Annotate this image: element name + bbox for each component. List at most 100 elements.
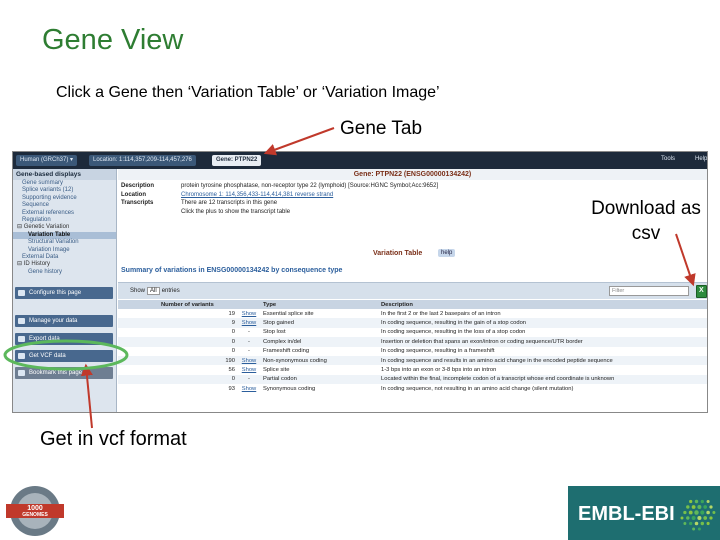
variant-count: 0 [158, 337, 238, 347]
gene-summary: Description protein tyrosine phosphatase,… [121, 182, 581, 217]
sidebar-item-supporting-evidence[interactable]: Supporting evidence [13, 195, 116, 202]
variant-type: Complex in/del [260, 337, 378, 347]
variant-count: 0 [231, 329, 235, 336]
variant-count: 9 [158, 318, 238, 328]
ebi-dot [700, 510, 705, 515]
help-button[interactable]: help [438, 249, 456, 257]
variation-summary-heading: Summary of variations in ENSG00000134242… [121, 267, 343, 274]
ebi-dot [706, 499, 710, 504]
embl-ebi-logo: EMBL-EBI [568, 486, 720, 540]
filter-input[interactable]: Filter [609, 286, 689, 296]
tools-link[interactable]: Tools [661, 156, 675, 162]
sidebar-group-id-history[interactable]: ⊟ ID History [13, 261, 116, 268]
show-link[interactable]: Show [238, 318, 260, 328]
sidebar-item-splice-variants[interactable]: Splice variants (12) [13, 187, 116, 194]
logo-1000: 1000 [27, 505, 43, 512]
variant-description: 1-3 bps into an exon or 3-8 bps into an … [381, 367, 497, 374]
sidebar-item-variation-image[interactable]: Variation Image [13, 247, 116, 254]
variant-description: In coding sequence, resulting in a frame… [381, 348, 495, 355]
sidebar-item-external-data[interactable]: External Data [13, 254, 116, 261]
sidebar-item-gene-history[interactable]: Gene history [13, 269, 116, 276]
sidebar-item-external-references[interactable]: External references [13, 210, 116, 217]
variant-description: In coding sequence, resulting in the los… [381, 329, 526, 336]
bookmark-page-label: Bookmark this page [29, 370, 83, 376]
location-label: Location [121, 191, 146, 198]
entries-control: Show All entries [130, 287, 180, 295]
vcf-icon [18, 353, 25, 359]
table-row: 19 Show Essential splice site In the first … [118, 309, 707, 318]
help-link[interactable]: Help [695, 156, 707, 162]
variant-description: Insertion or deletion that spans an exon… [378, 337, 707, 347]
sidebar-group-genetic-variation[interactable]: ⊟ Genetic Variation [13, 224, 116, 231]
variant-count: 19 [228, 310, 235, 317]
configure-page-label: Configure this page [29, 290, 82, 296]
ebi-dot [691, 505, 696, 509]
manage-data-button[interactable]: Manage your data [15, 315, 113, 327]
transcripts-label: Transcripts [121, 200, 154, 207]
ebi-dot [697, 515, 702, 521]
ebi-dot [700, 499, 704, 504]
table-toolbar: Show All entries Filter [118, 282, 707, 299]
ebi-dot [706, 510, 710, 515]
table-row: 56 Show Splice site 1-3 bps into an exon or… [118, 365, 707, 374]
sidebar-header: Gene-based displays [13, 169, 116, 180]
download-csv-icon[interactable] [696, 285, 707, 298]
configure-page-button[interactable]: Configure this page [15, 287, 113, 299]
tab-location[interactable]: Location: 1:114,357,209-114,457,276 [89, 155, 196, 166]
show-link[interactable]: Show [238, 309, 260, 318]
variant-type: Frameshift coding [263, 348, 310, 355]
variant-type: Partial codon [260, 374, 378, 385]
table-row: 0- Complex in/del Insertion or deletion th… [118, 337, 707, 347]
ebi-dot [709, 516, 713, 520]
ebi-dot [694, 510, 699, 515]
col-type[interactable]: Type [260, 300, 378, 309]
table-row: 0- Partial codon Located within the final,… [118, 374, 707, 385]
col-show [238, 300, 260, 309]
description-value: protein tyrosine phosphatase, non-recept… [181, 183, 439, 189]
sidebar-item-regulation[interactable]: Regulation [13, 217, 116, 224]
tab-species[interactable]: Human (GRCh37) ▾ [16, 155, 78, 166]
sidebar-item-gene-summary[interactable]: Gene summary [13, 180, 116, 187]
ebi-dots-icon [680, 499, 716, 531]
ebi-dot [697, 527, 701, 531]
ebi-dot [694, 521, 699, 526]
variant-count: 0 [231, 348, 235, 355]
variant-type: Synonymous coding [263, 385, 316, 392]
location-link[interactable]: Chromosome 1: 114,356,433-114,414,381 re… [181, 191, 333, 200]
manage-data-icon [18, 318, 25, 324]
get-vcf-data-button[interactable]: Get VCF data [15, 350, 113, 362]
entries-label: entries [161, 288, 180, 294]
ensembl-screenshot: Human (GRCh37) ▾ Location: 1:114,357,209… [12, 151, 708, 413]
sidebar-item-structural-variation[interactable]: Structural Variation [13, 239, 116, 246]
transcripts-hint: Click the plus to show the transcript ta… [181, 209, 291, 216]
callout-vcf: Get in vcf format [40, 428, 187, 450]
variant-description: In coding sequence, resulting in the gai… [378, 318, 707, 328]
variant-type: Non-synonymous coding [260, 355, 378, 366]
ebi-dot [688, 510, 693, 515]
manage-data-label: Manage your data [29, 318, 78, 324]
show-link[interactable]: Show [238, 365, 260, 374]
show-dash: - [238, 374, 260, 385]
table-row: 0 - Frameshift coding In coding sequence, r… [118, 347, 707, 356]
sidebar-item-variation-table[interactable]: Variation Table [13, 231, 116, 240]
ebi-dot [692, 527, 696, 531]
get-vcf-data-label: Get VCF data [29, 353, 66, 359]
gene-heading: Gene: PTPN22 (ENSG00000134242) [118, 169, 707, 180]
sidebar-item-sequence[interactable]: Sequence [13, 202, 116, 209]
tab-gene[interactable]: Gene: PTPN22 [212, 155, 262, 166]
export-icon [18, 336, 25, 342]
show-link[interactable]: Show [238, 384, 260, 393]
variant-count: 0 [158, 374, 238, 385]
variant-count: 56 [228, 367, 235, 374]
slide-subtitle: Click a Gene then ‘Variation Table’ or ‘… [56, 84, 440, 101]
col-number-of-variants[interactable]: Number of variants [158, 300, 238, 309]
ebi-dot [697, 505, 702, 509]
ebi-dot [686, 516, 690, 520]
bookmark-page-button[interactable]: Bookmark this page [15, 367, 113, 379]
show-link[interactable]: Show [238, 355, 260, 366]
col-description[interactable]: Description [378, 300, 707, 309]
variant-type: Splice site [263, 367, 290, 374]
export-data-button[interactable]: Export data [15, 333, 113, 345]
entries-select[interactable]: All [147, 287, 160, 295]
ebi-dot [703, 516, 708, 520]
